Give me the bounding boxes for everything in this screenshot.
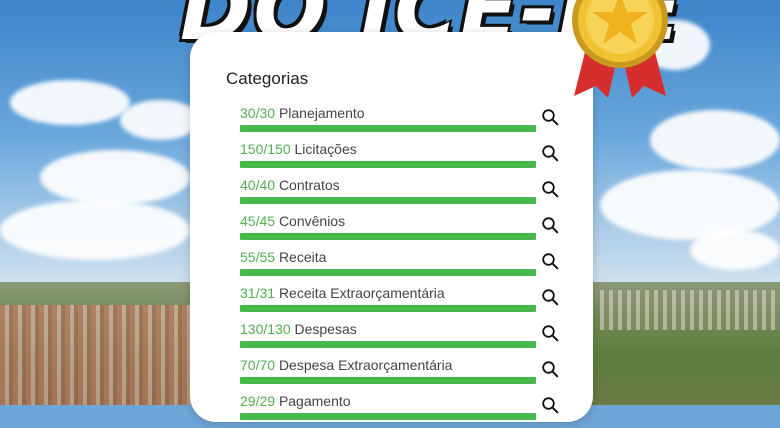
category-row: 55/55 Receita (240, 248, 570, 284)
cloud (690, 230, 780, 270)
category-count: 70/70 (240, 357, 276, 373)
progress-fill (240, 341, 536, 348)
category-name: Licitações (294, 141, 357, 157)
medal-icon (572, 0, 668, 98)
progress-bar (240, 197, 536, 204)
category-name: Receita (278, 249, 327, 265)
progress-fill (240, 161, 536, 168)
category-label: 70/70 Despesa Extraorçamentária (240, 357, 452, 373)
search-icon[interactable] (541, 324, 559, 342)
category-name: Contratos (278, 177, 340, 193)
progress-fill (240, 233, 536, 240)
cloud (40, 150, 190, 205)
category-row: 29/29 Pagamento (240, 392, 570, 428)
search-icon[interactable] (541, 396, 559, 414)
progress-fill (240, 305, 536, 312)
category-row: 130/130 Despesas (240, 320, 570, 356)
search-icon[interactable] (541, 216, 559, 234)
progress-bar (240, 413, 536, 420)
cloud (600, 170, 780, 240)
cloud (10, 80, 130, 125)
progress-bar (240, 161, 536, 168)
town (0, 305, 200, 405)
category-row: 30/30 Planejamento (240, 104, 570, 140)
category-row: 45/45 Convênios (240, 212, 570, 248)
category-count: 150/150 (240, 141, 291, 157)
category-count: 45/45 (240, 213, 276, 229)
search-icon[interactable] (541, 108, 559, 126)
progress-fill (240, 125, 536, 132)
progress-bar (240, 377, 536, 384)
category-label: 40/40 Contratos (240, 177, 340, 193)
category-name: Convênios (278, 213, 346, 229)
progress-bar (240, 341, 536, 348)
category-row: 40/40 Contratos (240, 176, 570, 212)
cloud (650, 110, 780, 170)
category-name: Despesas (294, 321, 357, 337)
category-count: 29/29 (240, 393, 276, 409)
category-label: 55/55 Receita (240, 249, 326, 265)
category-label: 130/130 Despesas (240, 321, 357, 337)
progress-fill (240, 413, 536, 420)
category-row: 150/150 Licitações (240, 140, 570, 176)
categories-panel: Categorias 30/30 Planejamento 150/150 Lic… (190, 32, 593, 422)
category-label: 29/29 Pagamento (240, 393, 351, 409)
panel-title: Categorias (226, 69, 309, 88)
category-label: 45/45 Convênios (240, 213, 345, 229)
search-icon[interactable] (541, 144, 559, 162)
progress-fill (240, 377, 536, 384)
search-icon[interactable] (541, 252, 559, 270)
category-name: Pagamento (278, 393, 351, 409)
category-count: 130/130 (240, 321, 291, 337)
category-count: 55/55 (240, 249, 276, 265)
category-name: Receita Extraorçamentária (278, 285, 445, 301)
category-label: 31/31 Receita Extraorçamentária (240, 285, 445, 301)
progress-fill (240, 269, 536, 276)
category-count: 30/30 (240, 105, 276, 121)
category-label: 150/150 Licitações (240, 141, 357, 157)
category-row: 31/31 Receita Extraorçamentária (240, 284, 570, 320)
category-list: 30/30 Planejamento 150/150 Licitações 40/4… (240, 104, 570, 428)
category-label: 30/30 Planejamento (240, 105, 365, 121)
category-name: Planejamento (278, 105, 365, 121)
progress-bar (240, 269, 536, 276)
cloud (0, 200, 190, 260)
search-icon[interactable] (541, 180, 559, 198)
progress-bar (240, 305, 536, 312)
progress-fill (240, 197, 536, 204)
search-icon[interactable] (541, 360, 559, 378)
town (600, 290, 780, 330)
progress-bar (240, 125, 536, 132)
category-row: 70/70 Despesa Extraorçamentária (240, 356, 570, 392)
cloud (120, 100, 200, 140)
search-icon[interactable] (541, 288, 559, 306)
category-name: Despesa Extraorçamentária (278, 357, 453, 373)
progress-bar (240, 233, 536, 240)
category-count: 31/31 (240, 285, 276, 301)
category-count: 40/40 (240, 177, 276, 193)
